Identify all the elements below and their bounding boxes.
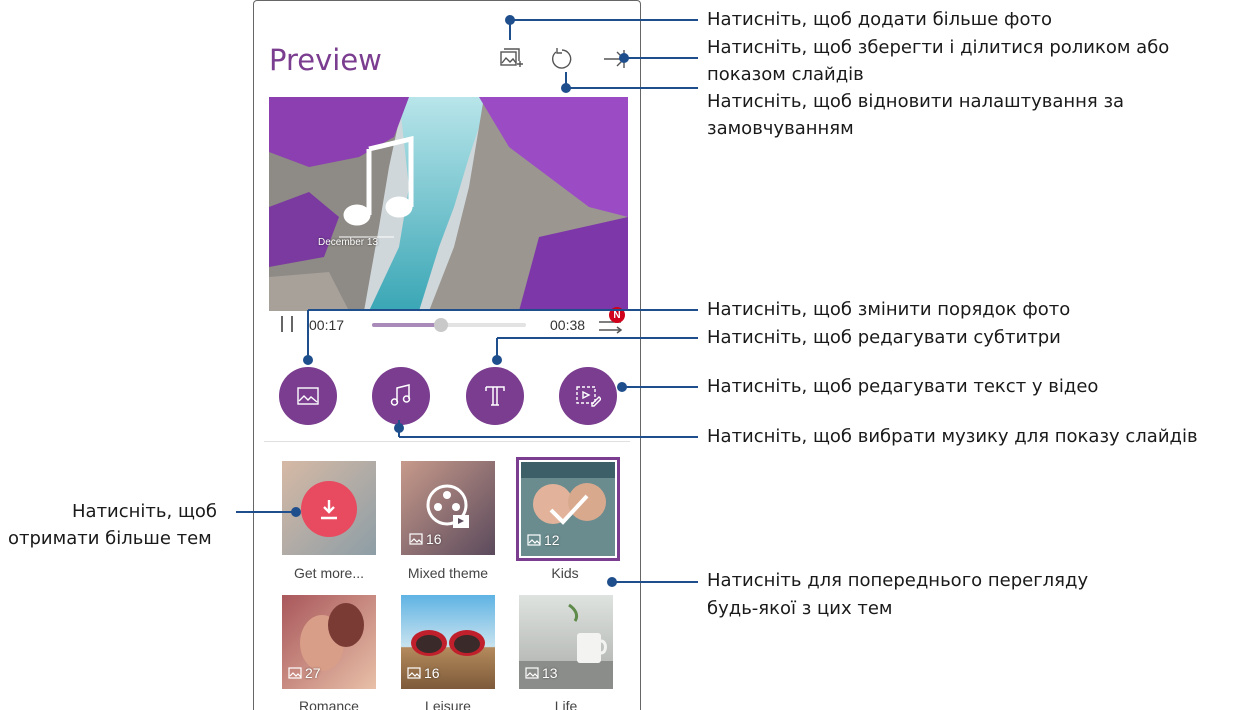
note-get-more-line1: Натисніть, щоб: [72, 501, 218, 522]
note-reorder: Натисніть, щоб змінити порядок фото: [707, 299, 1071, 320]
note-preview-line1: Натисніть для попереднього перегляду: [707, 570, 1089, 591]
note-video-text: Натисніть, щоб редагувати текст у відео: [707, 376, 1099, 397]
note-subtitles: Натисніть, щоб редагувати субтитри: [707, 327, 1061, 348]
note-reset-line2: замовчуванням: [707, 118, 854, 139]
note-get-more-line2: отримати більше тем: [8, 528, 212, 549]
note-music: Натисніть, щоб вибрати музику для показу…: [707, 426, 1198, 447]
note-add-photo: Натисніть, щоб додати більше фото: [707, 9, 1052, 30]
note-preview-line2: будь-якої з цих тем: [707, 598, 893, 619]
note-share-line1: Натисніть, щоб зберегти і ділитися ролик…: [707, 37, 1170, 58]
note-reset-line1: Натисніть, щоб відновити налаштування за: [707, 91, 1125, 112]
note-share-line2: показом слайдів: [707, 64, 864, 85]
